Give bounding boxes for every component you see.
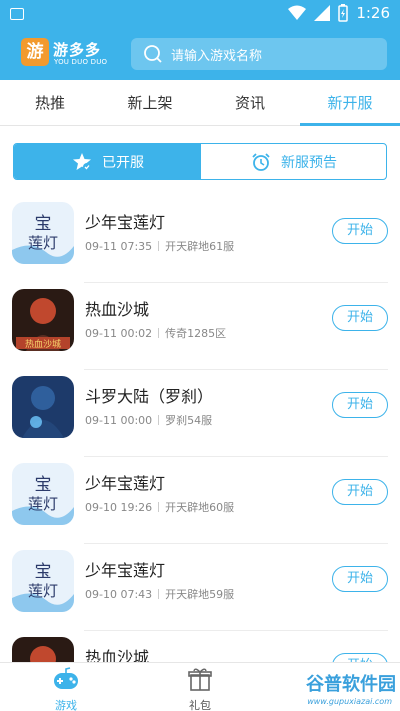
shacheng-icon: 热血沙城 [12,289,74,351]
nav-games-label: 游戏 [55,699,77,711]
server-name: 开天辟地61服 [165,240,235,253]
game-meta: 09-11 07:35 开天辟地61服 [85,238,234,254]
open-time: 09-11 07:35 [85,240,153,253]
start-button[interactable]: 开始 [332,566,388,592]
segment-opened-label: 已开服 [102,154,144,171]
gallery-icon [10,8,24,20]
app-header: 1:26 游 游多多 YOU DUO DUO 请输入游戏名称 [0,0,400,80]
list-item[interactable]: 宝莲灯 少年宝莲灯 09-10 07:43 开天辟地59服 开始 [0,544,400,631]
star-check-icon [73,152,91,171]
nav-gifts[interactable]: 礼包 [165,667,235,711]
open-time: 09-10 19:26 [85,501,153,514]
game-meta: 09-10 07:43 开天辟地59服 [85,586,234,602]
server-name: 开天辟地59服 [165,588,235,601]
watermark-url: www.gupuxiazai.com [307,697,392,706]
active-tab-indicator [300,123,400,126]
gift-box-icon [188,668,212,691]
open-time: 09-11 00:00 [85,414,153,427]
svg-text:热血沙城: 热血沙城 [25,338,61,350]
search-icon [144,45,162,63]
tab-news[interactable]: 资讯 [200,80,300,126]
server-name: 开天辟地60服 [165,501,235,514]
start-button[interactable]: 开始 [332,305,388,331]
gamepad-icon [54,667,78,689]
list-item[interactable]: 热血沙城 热血沙城 09-11 00:02 传奇1285区 开始 [0,283,400,370]
baolian-icon: 宝莲灯 [12,550,74,612]
svg-text:宝: 宝 [35,214,52,234]
signal-icon [314,5,331,21]
game-name: 少年宝莲灯 [85,474,166,493]
game-name: 少年宝莲灯 [85,561,166,580]
svg-text:宝: 宝 [35,475,52,495]
svg-text:宝: 宝 [35,562,52,582]
tab-hot[interactable]: 热推 [0,80,100,126]
status-bar: 1:26 [0,0,400,28]
app-logo-icon: 游 [21,38,49,66]
svg-text:莲灯: 莲灯 [28,234,58,252]
segment-preview-label: 新服预告 [281,154,337,171]
open-time: 09-10 07:43 [85,588,153,601]
list-item[interactable]: 宝莲灯 少年宝莲灯 09-11 07:35 开天辟地61服 开始 [0,196,400,283]
nav-games[interactable]: 游戏 [31,667,101,711]
baolian-icon: 宝莲灯 [12,202,74,264]
server-segment-control: 已开服 新服预告 [13,143,387,180]
game-name: 斗罗大陆（罗刹） [85,387,214,406]
svg-text:莲灯: 莲灯 [28,582,58,600]
app-name: 游多多 [53,41,102,59]
wifi-icon [288,5,307,20]
tab-new-release[interactable]: 新上架 [100,80,200,126]
open-time: 09-11 00:02 [85,327,153,340]
nav-gifts-label: 礼包 [189,699,211,711]
list-item[interactable]: 斗罗大陆（罗刹） 09-11 00:00 罗刹54服 开始 [0,370,400,457]
watermark-text: 谷普软件园 [306,674,396,695]
clock: 1:26 [356,4,390,22]
game-name: 少年宝莲灯 [85,213,166,232]
game-meta: 09-11 00:00 罗刹54服 [85,412,212,428]
game-name: 热血沙城 [85,300,150,319]
server-name: 罗刹54服 [165,414,213,427]
segment-opened[interactable]: 已开服 [14,144,201,179]
game-meta: 09-10 19:26 开天辟地60服 [85,499,234,515]
douluo-icon [12,376,74,438]
server-name: 传奇1285区 [165,327,227,340]
app-subtitle: YOU DUO DUO [54,58,108,66]
alarm-clock-icon [252,152,270,171]
battery-icon [338,4,349,22]
list-item[interactable]: 宝莲灯 少年宝莲灯 09-10 19:26 开天辟地60服 开始 [0,457,400,544]
start-button[interactable]: 开始 [332,479,388,505]
tab-new-servers[interactable]: 新开服 [300,80,400,126]
tab-bar: 热推 新上架 资讯 新开服 [0,80,400,126]
search-placeholder: 请输入游戏名称 [171,49,263,64]
segment-preview[interactable]: 新服预告 [201,144,386,179]
start-button[interactable]: 开始 [332,218,388,244]
baolian-icon: 宝莲灯 [12,463,74,525]
search-bar[interactable]: 请输入游戏名称 [131,38,387,70]
start-button[interactable]: 开始 [332,392,388,418]
game-meta: 09-11 00:02 传奇1285区 [85,325,226,341]
svg-text:莲灯: 莲灯 [28,495,58,513]
